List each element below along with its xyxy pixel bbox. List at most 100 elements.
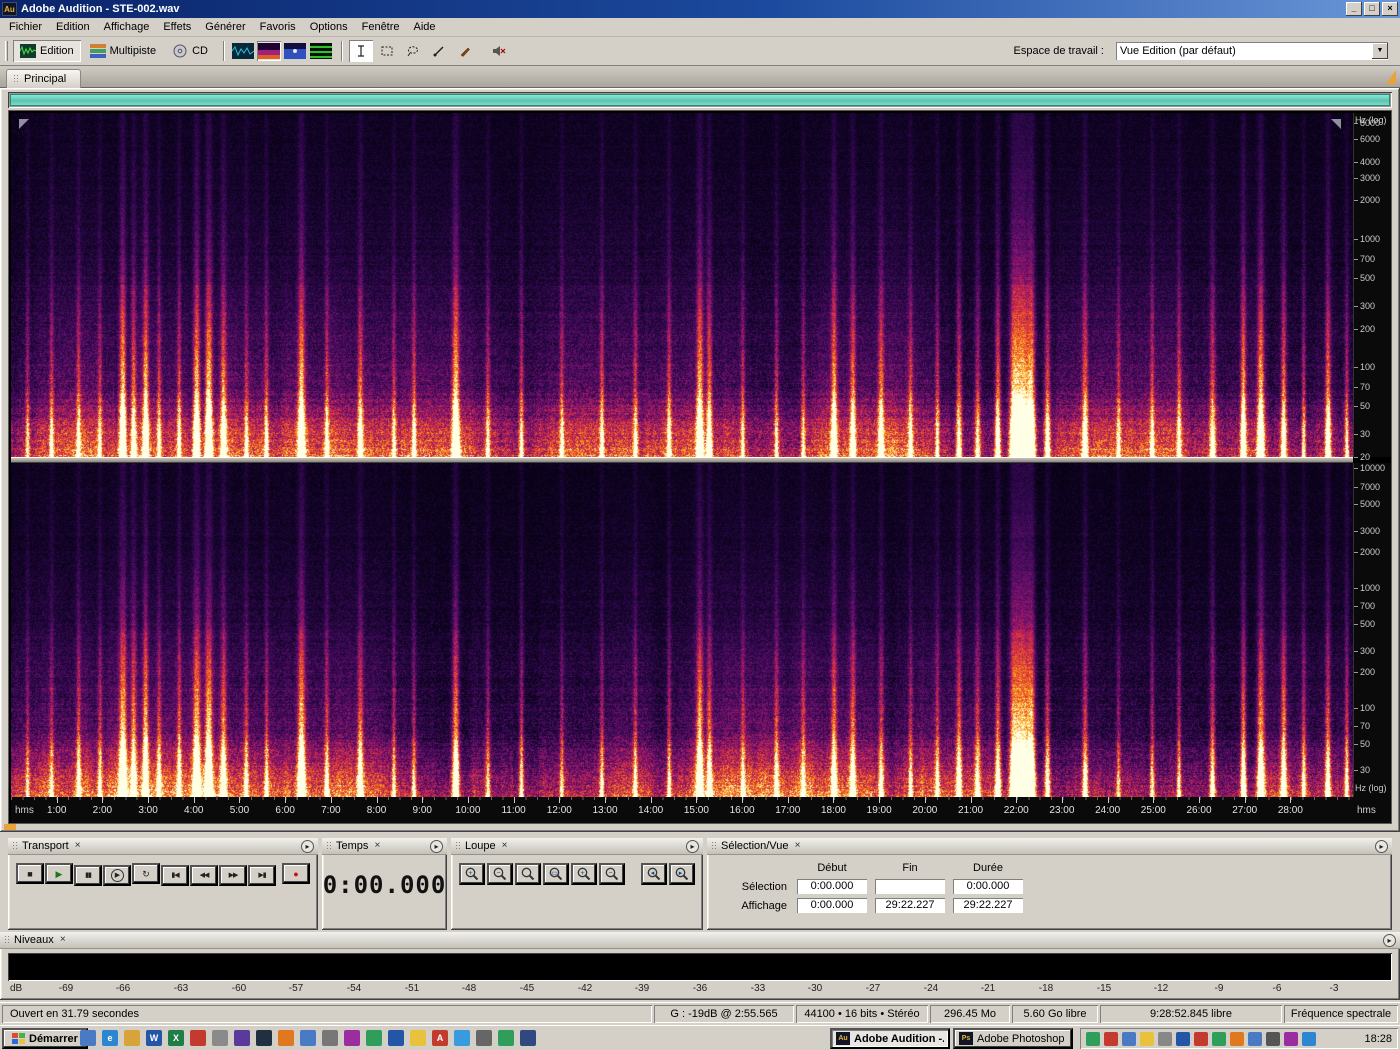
niveaux-panel-header[interactable]: Niveaux × ▸ [0, 932, 1400, 949]
panel-menu-icon[interactable]: ▸ [301, 839, 314, 853]
play-button[interactable]: ▶ [45, 863, 73, 884]
zoom-right-edge-button[interactable]: ▸ [669, 863, 695, 885]
overview-zoom-bar[interactable] [8, 92, 1392, 108]
multipiste-mode-button[interactable]: Multipiste [83, 40, 163, 62]
level-meter[interactable] [8, 953, 1392, 981]
quick-launch-icon[interactable] [322, 1030, 338, 1046]
taskbar-task-ps[interactable]: Ps Adobe Photoshop [953, 1028, 1073, 1049]
quick-launch-icon[interactable] [520, 1030, 536, 1046]
panel-menu-icon[interactable]: ▸ [430, 839, 443, 853]
panel-close-icon[interactable]: × [792, 841, 802, 851]
spectrogram-left-channel[interactable] [11, 113, 1353, 457]
waveform-display-button[interactable] [231, 41, 255, 61]
start-button[interactable]: Démarrer [2, 1028, 88, 1049]
tray-icon[interactable] [1086, 1031, 1100, 1046]
minimize-button[interactable]: _ [1346, 2, 1362, 16]
quick-launch-icon[interactable] [498, 1030, 514, 1046]
menu-item-effets[interactable]: Effets [156, 19, 198, 35]
tray-icon[interactable] [1302, 1031, 1316, 1046]
tab-grip[interactable] [13, 74, 19, 84]
record-button[interactable]: ● [282, 863, 310, 884]
loupe-panel-header[interactable]: Loupe × ▸ [451, 838, 703, 855]
pause-button[interactable]: ▮▮ [74, 865, 102, 886]
quick-launch-icon[interactable] [388, 1030, 404, 1046]
rewind-button[interactable]: ◀◀ [190, 865, 218, 886]
affichage-fin-field[interactable]: 29:22.227 [875, 898, 945, 913]
menu-item-aide[interactable]: Aide [407, 19, 443, 35]
cd-mode-button[interactable]: CD [165, 40, 215, 62]
spectral-pan-display-button[interactable] [283, 41, 307, 61]
panel-grip[interactable] [12, 841, 18, 851]
panel-grip[interactable] [711, 841, 717, 851]
menu-item-edition[interactable]: Edition [49, 19, 97, 35]
quick-launch-icon[interactable]: A [432, 1030, 448, 1046]
tray-icon[interactable] [1230, 1031, 1244, 1046]
zoom-left-edge-button[interactable]: ◂ [641, 863, 667, 885]
tray-icon[interactable] [1176, 1031, 1190, 1046]
frequency-ruler-right[interactable]: 10000 7000 5000 3000 2000 1000 700 500 300 200 100… [1353, 463, 1391, 797]
zoom-out-full-button[interactable] [515, 863, 541, 885]
menu-item-favoris[interactable]: Favoris [253, 19, 303, 35]
marquee-selection-tool-button[interactable] [375, 40, 399, 62]
selection-panel-header[interactable]: Sélection/Vue × ▸ [707, 838, 1392, 855]
tray-icon[interactable] [1104, 1031, 1118, 1046]
quick-launch-icon[interactable]: X [168, 1030, 184, 1046]
panel-grip[interactable] [455, 841, 461, 851]
scroll-handle-right[interactable] [1331, 119, 1341, 129]
quick-launch-icon[interactable] [278, 1030, 294, 1046]
taskbar-task-au[interactable]: Au Adobe Audition -... [830, 1028, 950, 1049]
affichage-debut-field[interactable]: 0:00.000 [797, 898, 867, 913]
fast-forward-button[interactable]: ▶▶ [219, 865, 247, 886]
quick-launch-icon[interactable] [124, 1030, 140, 1046]
quick-launch-icon[interactable] [190, 1030, 206, 1046]
stop-button[interactable]: ■ [16, 863, 44, 884]
scroll-handle-left[interactable] [19, 119, 29, 129]
tray-icon[interactable] [1158, 1031, 1172, 1046]
tray-icon[interactable] [1266, 1031, 1280, 1046]
selection-fin-field[interactable] [875, 879, 945, 894]
quick-launch-icon[interactable] [300, 1030, 316, 1046]
panel-menu-icon[interactable]: ▸ [1375, 839, 1388, 853]
spectrogram-right-channel[interactable] [11, 463, 1353, 797]
tray-icon[interactable] [1284, 1031, 1298, 1046]
quick-launch-icon[interactable] [344, 1030, 360, 1046]
quick-launch-icon[interactable] [234, 1030, 250, 1046]
tray-icon[interactable] [1122, 1031, 1136, 1046]
tray-icon[interactable] [1212, 1031, 1226, 1046]
panel-menu-icon[interactable]: ▸ [686, 839, 699, 853]
overview-range[interactable] [10, 94, 1390, 106]
timeline-ruler[interactable]: hms hms 1:00 2:00 3:00 4:00 5:00 6:00 7:00 8:00… [11, 797, 1391, 823]
brush-tool-button[interactable] [453, 40, 477, 62]
panel-close-icon[interactable]: × [73, 841, 83, 851]
maximize-button[interactable]: □ [1364, 2, 1380, 16]
phase-display-button[interactable] [309, 41, 333, 61]
quick-launch-icon[interactable] [366, 1030, 382, 1046]
spectral-display-button[interactable] [257, 41, 281, 61]
quick-launch-icon[interactable] [212, 1030, 228, 1046]
quick-launch-icon[interactable] [410, 1030, 426, 1046]
quick-launch-icon[interactable] [454, 1030, 470, 1046]
go-to-end-button[interactable]: ▶▮ [248, 865, 276, 886]
zoom-in-horizontal-button[interactable]: + [459, 863, 485, 885]
panel-close-icon[interactable]: × [500, 841, 510, 851]
menu-item-options[interactable]: Options [303, 19, 355, 35]
panel-grip[interactable] [4, 935, 10, 945]
tray-icon[interactable] [1194, 1031, 1208, 1046]
temps-panel-header[interactable]: Temps × ▸ [322, 838, 447, 855]
mute-tool-button[interactable] [487, 40, 511, 62]
menu-item-fichier[interactable]: Fichier [2, 19, 49, 35]
tab-principal[interactable]: Principal [6, 69, 82, 88]
quick-launch-icon[interactable]: e [102, 1030, 118, 1046]
go-to-start-button[interactable]: ▮◀ [161, 865, 189, 886]
panel-menu-icon[interactable]: ▸ [1383, 933, 1396, 947]
play-looped-button[interactable]: ↻ [132, 863, 160, 884]
time-selection-tool-button[interactable] [349, 40, 373, 62]
transport-panel-header[interactable]: Transport × ▸ [8, 838, 318, 855]
panel-grip[interactable] [326, 841, 332, 851]
quick-launch-icon[interactable]: W [146, 1030, 162, 1046]
play-from-cursor-button[interactable]: ▶ [103, 864, 131, 886]
menu-item-affichage[interactable]: Affichage [97, 19, 157, 35]
affichage-duree-field[interactable]: 29:22.227 [953, 898, 1023, 913]
zoom-out-horizontal-button[interactable]: − [487, 863, 513, 885]
panel-close-icon[interactable]: × [372, 841, 382, 851]
